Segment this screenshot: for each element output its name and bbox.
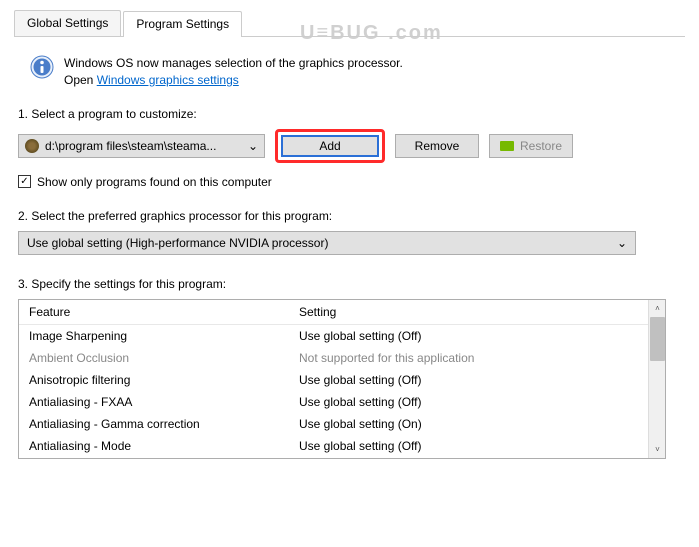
cell-feature: Ambient Occlusion bbox=[19, 349, 289, 367]
info-line2-prefix: Open bbox=[64, 73, 97, 87]
table-header: Feature Setting bbox=[19, 300, 665, 325]
restore-button[interactable]: Restore bbox=[489, 134, 573, 158]
program-select-dropdown[interactable]: d:\program files\steam\steama... ⌄ bbox=[18, 134, 265, 158]
section1-label: 1. Select a program to customize: bbox=[18, 107, 681, 121]
table-row[interactable]: Ambient OcclusionNot supported for this … bbox=[19, 347, 665, 369]
show-only-found-row: ✓ Show only programs found on this compu… bbox=[18, 175, 681, 189]
gpu-processor-dropdown[interactable]: Use global setting (High-performance NVI… bbox=[18, 231, 636, 255]
info-line2: Open Windows graphics settings bbox=[64, 72, 403, 89]
scroll-down-arrow[interactable]: ˅ bbox=[649, 441, 666, 458]
cell-setting: Use global setting (Off) bbox=[289, 371, 665, 389]
remove-button[interactable]: Remove bbox=[395, 134, 479, 158]
chevron-down-icon: ⌄ bbox=[248, 139, 258, 153]
column-header-feature[interactable]: Feature bbox=[19, 300, 289, 324]
program-app-icon bbox=[25, 139, 39, 153]
program-row: d:\program files\steam\steama... ⌄ Add R… bbox=[18, 129, 681, 163]
table-row[interactable]: Antialiasing - FXAAUse global setting (O… bbox=[19, 391, 665, 413]
info-line1: Windows OS now manages selection of the … bbox=[64, 55, 403, 72]
section3-label: 3. Specify the settings for this program… bbox=[18, 277, 681, 291]
section2-label: 2. Select the preferred graphics process… bbox=[18, 209, 681, 223]
cell-setting: Use global setting (Off) bbox=[289, 327, 665, 345]
cell-setting: Not supported for this application bbox=[289, 349, 665, 367]
table-row[interactable]: Antialiasing - Gamma correctionUse globa… bbox=[19, 413, 665, 435]
gpu-select-text: Use global setting (High-performance NVI… bbox=[27, 236, 617, 250]
column-header-setting[interactable]: Setting bbox=[289, 300, 665, 324]
cell-feature: Antialiasing - Gamma correction bbox=[19, 415, 289, 433]
table-row[interactable]: Antialiasing - ModeUse global setting (O… bbox=[19, 435, 665, 457]
info-text: Windows OS now manages selection of the … bbox=[64, 55, 403, 89]
tab-bar: Global Settings Program Settings bbox=[14, 10, 685, 37]
restore-button-label: Restore bbox=[520, 139, 562, 153]
info-banner: Windows OS now manages selection of the … bbox=[30, 55, 669, 89]
cell-setting: Use global setting (On) bbox=[289, 415, 665, 433]
program-select-text: d:\program files\steam\steama... bbox=[45, 139, 244, 153]
scroll-thumb[interactable] bbox=[650, 317, 665, 361]
table-row[interactable]: Antialiasing - SettingUse global setting… bbox=[19, 457, 665, 459]
table-row[interactable]: Anisotropic filteringUse global setting … bbox=[19, 369, 665, 391]
scrollbar[interactable]: ˄ ˅ bbox=[648, 300, 665, 458]
tab-program-settings[interactable]: Program Settings bbox=[123, 11, 242, 37]
cell-setting: Use global setting (Off) bbox=[289, 437, 665, 455]
windows-graphics-settings-link[interactable]: Windows graphics settings bbox=[97, 73, 239, 87]
scroll-up-arrow[interactable]: ˄ bbox=[649, 300, 666, 317]
cell-feature: Image Sharpening bbox=[19, 327, 289, 345]
table-row[interactable]: Image SharpeningUse global setting (Off) bbox=[19, 325, 665, 347]
chevron-down-icon: ⌄ bbox=[617, 236, 627, 250]
add-button-highlight: Add bbox=[275, 129, 385, 163]
info-icon bbox=[30, 55, 54, 79]
add-button[interactable]: Add bbox=[281, 135, 379, 157]
content-area: Windows OS now manages selection of the … bbox=[0, 37, 699, 471]
cell-feature: Anisotropic filtering bbox=[19, 371, 289, 389]
cell-feature: Antialiasing - Mode bbox=[19, 437, 289, 455]
nvidia-icon bbox=[500, 141, 514, 151]
tab-global-settings[interactable]: Global Settings bbox=[14, 10, 121, 36]
settings-table: Feature Setting Image SharpeningUse glob… bbox=[18, 299, 666, 459]
table-body: Image SharpeningUse global setting (Off)… bbox=[19, 325, 665, 459]
show-only-found-label: Show only programs found on this compute… bbox=[37, 175, 272, 189]
show-only-found-checkbox[interactable]: ✓ bbox=[18, 175, 31, 188]
cell-feature: Antialiasing - FXAA bbox=[19, 393, 289, 411]
cell-setting: Use global setting (Off) bbox=[289, 393, 665, 411]
